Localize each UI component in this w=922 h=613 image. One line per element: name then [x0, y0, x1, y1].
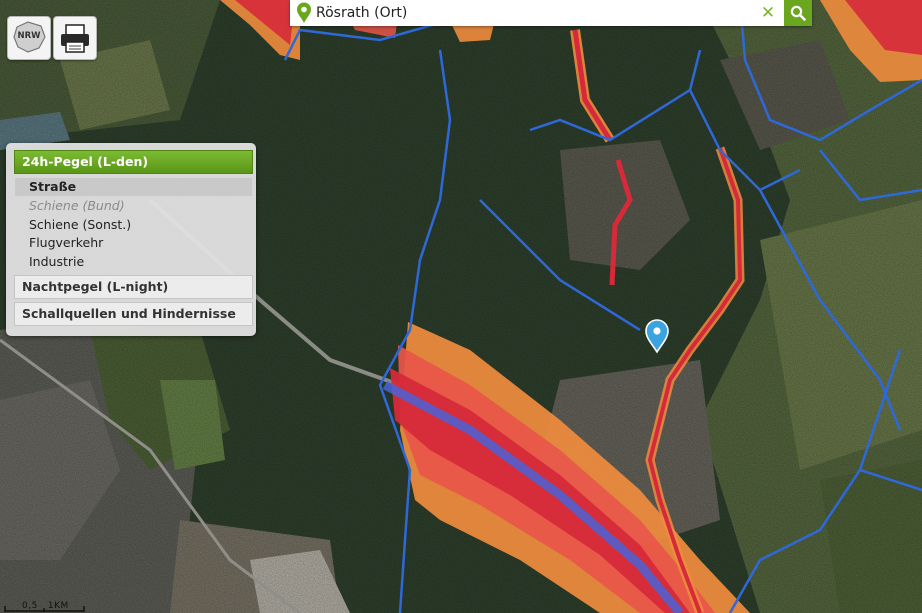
search-input[interactable]: [316, 0, 746, 26]
layer-item-industrie[interactable]: Industrie: [15, 253, 252, 271]
layer-group-sources[interactable]: Schallquellen und Hindernisse: [14, 302, 253, 326]
scale-bar: 0,5 1KM: [4, 600, 94, 613]
clear-search-icon[interactable]: ✕: [759, 2, 777, 24]
scale-label: 0,5 1KM: [22, 601, 69, 611]
nrw-region-button[interactable]: NRW: [7, 16, 51, 60]
layer-panel: 24h-Pegel (L-den) Straße Schiene (Bund) …: [6, 143, 256, 336]
nrw-badge-label: NRW: [17, 31, 41, 41]
printer-icon: [61, 24, 89, 53]
layer-item-schiene-bund: Schiene (Bund): [29, 198, 125, 213]
search-bar: ✕: [290, 0, 812, 26]
layer-item-strasse[interactable]: Straße: [15, 178, 252, 196]
layer-item-schiene-sonst[interactable]: Schiene (Sonst.): [15, 216, 252, 234]
print-button[interactable]: [53, 16, 97, 60]
magnifier-icon: [790, 5, 806, 21]
search-button[interactable]: [784, 0, 812, 26]
layer-group-night[interactable]: Nachtpegel (L-night): [14, 275, 253, 299]
layer-item-flugverkehr[interactable]: Flugverkehr: [15, 234, 252, 252]
location-pin-icon: [297, 2, 311, 24]
layer-group-day[interactable]: 24h-Pegel (L-den): [14, 150, 253, 174]
